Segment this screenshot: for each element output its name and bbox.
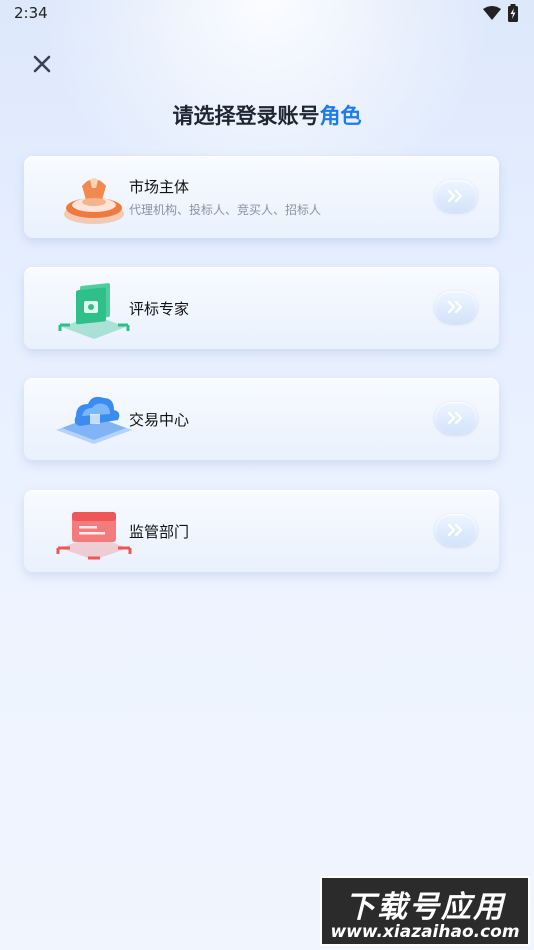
watermark-title: 下载号应用 [345, 890, 505, 925]
watermark-url: www.xiazaihao.com [330, 922, 520, 942]
role-title-market-entity: 市场主体 [129, 178, 190, 196]
double-chevron-right-icon [447, 523, 463, 537]
status-bar: 2:34 [0, 0, 534, 28]
enter-button[interactable] [435, 180, 477, 212]
role-title-regulator: 监管部门 [129, 523, 190, 541]
double-chevron-right-icon [447, 300, 463, 314]
close-icon [33, 55, 51, 73]
enter-button[interactable] [435, 402, 477, 434]
page-title: 请选择登录账号角色 [0, 100, 534, 130]
wifi-icon [483, 6, 501, 20]
role-title-trading-center: 交易中心 [129, 411, 190, 429]
double-chevron-right-icon [447, 189, 463, 203]
page-title-main: 请选择登录账号 [172, 104, 320, 128]
role-card-market-entity[interactable]: 市场主体 代理机构、投标人、竞买人、招标人 [24, 156, 499, 238]
watermark-logo: 下载号应用 www.xiazaihao.com [320, 876, 530, 946]
role-card-regulator[interactable]: 监管部门 [24, 490, 499, 572]
regulator-icon [56, 512, 132, 560]
role-card-bid-expert[interactable]: 评标专家 [24, 267, 499, 349]
bid-expert-icon [58, 283, 130, 339]
page-title-accent: 角色 [319, 104, 362, 128]
market-entity-icon [64, 178, 124, 224]
role-title-bid-expert: 评标专家 [129, 300, 190, 318]
role-card-trading-center[interactable]: 交易中心 [24, 378, 499, 460]
enter-button[interactable] [435, 291, 477, 323]
role-subtitle-market-entity: 代理机构、投标人、竞买人、招标人 [129, 203, 322, 217]
enter-button[interactable] [435, 514, 477, 546]
double-chevron-right-icon [447, 411, 463, 425]
close-button[interactable] [28, 50, 56, 78]
trading-center-icon [56, 396, 132, 444]
battery-charging-icon [508, 4, 518, 22]
status-time: 2:34 [14, 4, 48, 22]
